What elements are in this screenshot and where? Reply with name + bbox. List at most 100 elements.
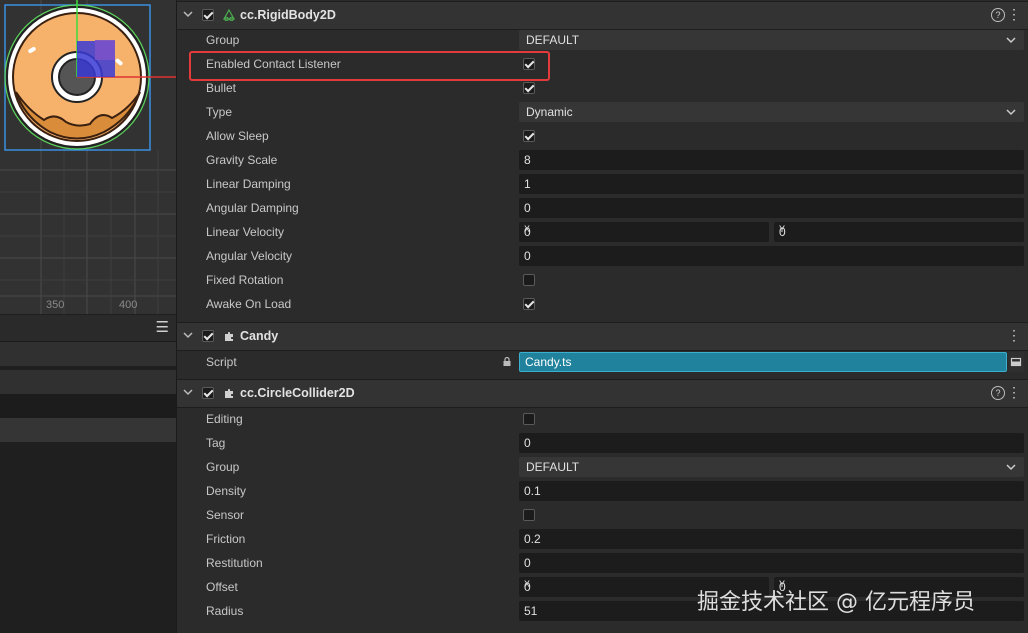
property-row-editing: Editing (177, 407, 1028, 431)
property-label: Density (206, 484, 247, 498)
scene-canvas[interactable] (0, 0, 176, 314)
group-select[interactable]: DEFAULT (519, 30, 1024, 50)
property-row-group: Group DEFAULT (177, 28, 1028, 52)
chevron-down-icon[interactable] (183, 330, 193, 340)
linear-velocity-x-input[interactable]: 0X (519, 222, 769, 242)
fixed-rotation-checkbox[interactable] (523, 274, 535, 286)
select-value: Dynamic (526, 105, 573, 119)
axis-label: Y (779, 225, 786, 236)
property-label: Gravity Scale (206, 153, 278, 167)
lock-icon (503, 357, 511, 366)
property-label: Awake On Load (206, 297, 292, 311)
more-vertical-icon[interactable]: ⋮ (1007, 385, 1021, 399)
property-row-density: Density 0.1 (177, 479, 1028, 503)
property-label: Friction (206, 532, 246, 546)
property-label: Tag (206, 436, 226, 450)
script-asset-field[interactable]: Candy.ts (519, 352, 1007, 372)
property-row-sensor: Sensor (177, 503, 1028, 527)
property-label: Group (206, 460, 240, 474)
more-vertical-icon[interactable]: ⋮ (1007, 328, 1021, 342)
script-asset-name: Candy.ts (525, 355, 572, 369)
property-label: Allow Sleep (206, 129, 269, 143)
hierarchy-row[interactable] (0, 342, 176, 366)
input-value: 0 (524, 249, 531, 263)
property-row-type: Type Dynamic (177, 100, 1028, 124)
friction-input[interactable]: 0.2 (519, 529, 1024, 549)
input-value: 0 (524, 201, 531, 215)
tag-input[interactable]: 0 (519, 433, 1024, 453)
component-title: cc.CircleCollider2D (240, 386, 355, 400)
property-row-linear-velocity: Linear Velocity 0 X 0 Y (177, 220, 1028, 244)
restitution-input[interactable]: 0 (519, 553, 1024, 573)
gravity-scale-input[interactable]: 8 (519, 150, 1024, 170)
linear-velocity-y-input[interactable]: 0Y (774, 222, 1024, 242)
watermark: 掘金技术社区 @ 亿元程序员 (697, 590, 975, 615)
property-row-gravity-scale: Gravity Scale 8 (177, 148, 1028, 172)
angular-damping-input[interactable]: 0 (519, 198, 1024, 218)
collider-header[interactable]: cc.CircleCollider2D ? ⋮ (177, 379, 1028, 408)
property-row-bullet: Bullet (177, 76, 1028, 100)
help-circle-icon[interactable]: ? (991, 8, 1005, 22)
candy-enabled-checkbox[interactable] (202, 330, 214, 342)
input-value: 0 (524, 436, 531, 450)
property-row-enabled-contact-listener: Enabled Contact Listener (177, 52, 1028, 76)
property-label: Enabled Contact Listener (206, 57, 341, 71)
hierarchy-row[interactable] (0, 418, 176, 442)
input-value: 0.1 (524, 484, 541, 498)
chevron-down-icon[interactable] (183, 9, 193, 19)
property-label: Linear Damping (206, 177, 291, 191)
property-row-fixed-rotation: Fixed Rotation (177, 268, 1028, 292)
asset-picker-button[interactable] (1008, 352, 1024, 372)
chevron-down-icon[interactable] (183, 387, 193, 397)
hierarchy-row[interactable] (0, 394, 176, 418)
property-row-restitution: Restitution 0 (177, 551, 1028, 575)
density-input[interactable]: 0.1 (519, 481, 1024, 501)
input-value: 8 (524, 153, 531, 167)
allow-sleep-checkbox[interactable] (523, 130, 535, 142)
menu-icon[interactable]: ☰ (156, 320, 169, 335)
editing-checkbox[interactable] (523, 413, 535, 425)
property-row-linear-damping: Linear Damping 1 (177, 172, 1028, 196)
angular-velocity-input[interactable]: 0 (519, 246, 1024, 266)
chevron-down-icon (1006, 109, 1016, 116)
inspector-panel: cc.RigidBody2D ? ⋮ Group DEFAULT Enabled C… (176, 0, 1028, 633)
property-label: Linear Velocity (206, 225, 285, 239)
candy-header[interactable]: Candy ⋮ (177, 322, 1028, 351)
property-label: Angular Damping (206, 201, 299, 215)
select-value: DEFAULT (526, 33, 580, 47)
property-label: Type (206, 105, 233, 119)
enabled-contact-listener-checkbox[interactable] (523, 58, 535, 70)
chevron-down-icon (1006, 464, 1016, 471)
rigidbody-enabled-checkbox[interactable] (202, 9, 214, 21)
hierarchy-row[interactable] (0, 370, 176, 394)
type-select[interactable]: Dynamic (519, 102, 1024, 122)
property-label: Radius (206, 604, 244, 618)
property-label: Editing (206, 412, 243, 426)
property-label: Offset (206, 580, 238, 594)
input-value: 0.2 (524, 532, 541, 546)
property-row-angular-damping: Angular Damping 0 (177, 196, 1028, 220)
input-value: 0 (524, 556, 531, 570)
property-label: Angular Velocity (206, 249, 293, 263)
property-label: Bullet (206, 81, 237, 95)
scene-view[interactable]: 350 400 (0, 0, 176, 314)
script-label: Script (206, 355, 237, 369)
property-label: Sensor (206, 508, 245, 522)
sensor-checkbox[interactable] (523, 509, 535, 521)
property-label: Restitution (206, 556, 263, 570)
more-vertical-icon[interactable]: ⋮ (1007, 7, 1021, 21)
bullet-checkbox[interactable] (523, 82, 535, 94)
axis-label: X (524, 225, 531, 236)
ruler-tick-label: 400 (119, 299, 138, 311)
help-circle-icon[interactable]: ? (991, 386, 1005, 400)
group-select[interactable]: DEFAULT (519, 457, 1024, 477)
property-label: Group (206, 33, 240, 47)
puzzle-icon (225, 331, 233, 341)
property-label: Fixed Rotation (206, 273, 284, 287)
awake-on-load-checkbox[interactable] (523, 298, 535, 310)
script-row: Script Candy.ts (177, 350, 1028, 374)
linear-damping-input[interactable]: 1 (519, 174, 1024, 194)
property-row-group: Group DEFAULT (177, 455, 1028, 479)
collider-enabled-checkbox[interactable] (202, 387, 214, 399)
rigidbody-header[interactable]: cc.RigidBody2D ? ⋮ (177, 1, 1028, 30)
